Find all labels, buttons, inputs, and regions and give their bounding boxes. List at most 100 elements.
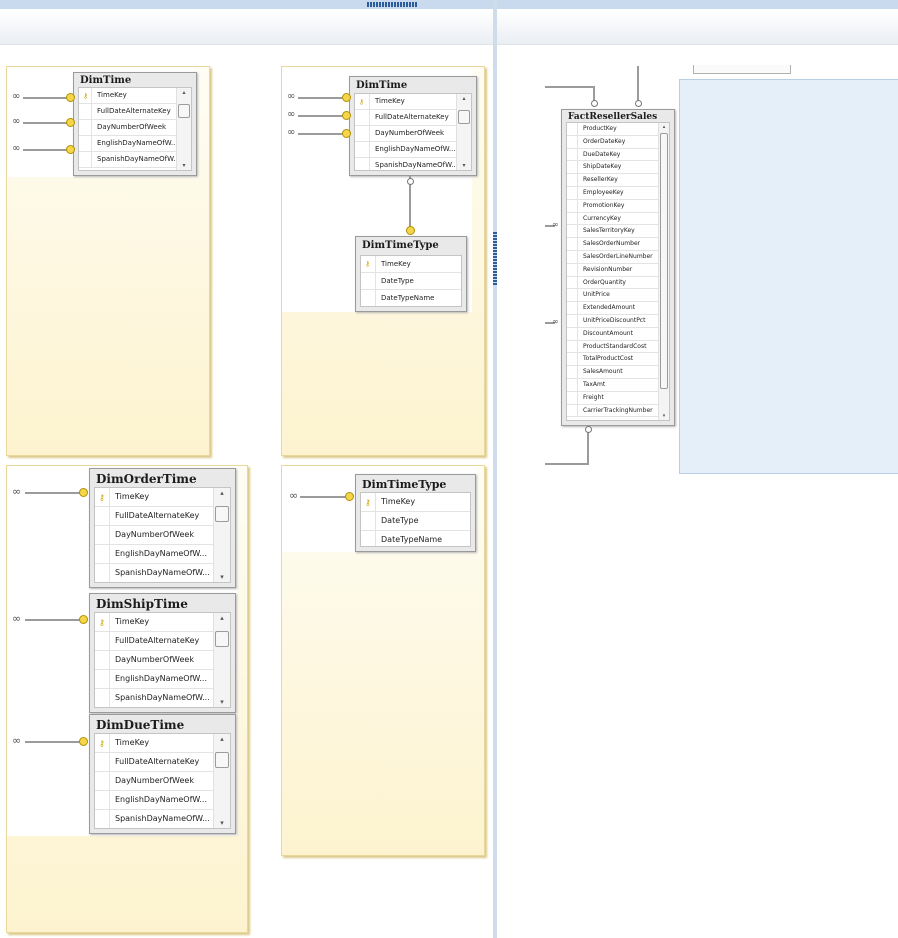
column-row[interactable]: EnglishDayNameOfW... [355, 142, 457, 158]
column-row[interactable]: SpanishDayNameOfW... [355, 158, 457, 170]
column-row[interactable]: UnitPriceDiscountPct [567, 314, 659, 328]
column-row[interactable]: ⚷ TimeKey [95, 734, 214, 753]
column-list[interactable]: ⚷ TimeKey FullDateAlternateKey DayNumberOfW… [78, 87, 192, 171]
column-row[interactable]: EnglishDayNameOfW... [95, 670, 214, 689]
table-dimordertime[interactable]: DimOrderTime ⚷ TimeKey FullDateAlternateKey… [89, 468, 236, 588]
column-row[interactable]: ProductStandardCost [567, 340, 659, 354]
column-row[interactable]: SpanishDayNameOfW... [95, 810, 214, 828]
table-dimtimetype[interactable]: DimTimeType ⚷ TimeKey DateType DateTypeName [355, 474, 476, 552]
column-list[interactable]: ⚷ TimeKey FullDateAlternateKey DayNumberOfW… [94, 733, 231, 829]
column-row[interactable]: ResellerKey [567, 174, 659, 187]
column-row[interactable]: FullDateAlternateKey [355, 110, 457, 126]
column-row[interactable]: TaxAmt [567, 378, 659, 392]
column-list[interactable]: ⚷ TimeKey DateType DateTypeName [360, 255, 462, 307]
table-dimtime[interactable]: DimTime ⚷ TimeKey FullDateAlternateKey DayNu… [349, 76, 477, 176]
column-row[interactable]: ⚷ TimeKey [355, 94, 457, 110]
column-row[interactable]: FullDateAlternateKey [79, 104, 177, 120]
column-row[interactable]: SpanishDayNameOfW... [79, 152, 177, 168]
scrollbar-thumb[interactable] [660, 133, 668, 389]
column-row[interactable]: DiscountAmount [567, 327, 659, 341]
column-row[interactable]: ExtendedAmount [567, 302, 659, 315]
column-row[interactable]: DateType [361, 273, 461, 290]
column-row[interactable]: ShipDateKey [567, 161, 659, 175]
scrollbar[interactable]: ▴ ▾ [658, 123, 669, 420]
chevron-down-icon[interactable]: ▾ [457, 162, 471, 169]
chevron-down-icon[interactable]: ▾ [214, 573, 230, 581]
chevron-up-icon[interactable]: ▴ [214, 735, 230, 743]
column-row[interactable]: CarrierTrackingNumber [567, 404, 659, 418]
column-list[interactable]: ⚷ TimeKey FullDateAlternateKey DayNumberOfW… [94, 487, 231, 583]
table-dimtimetype[interactable]: DimTimeType ⚷ TimeKey DateType DateTypeName [355, 236, 467, 312]
chevron-up-icon[interactable]: ▴ [214, 489, 230, 497]
scrollbar-thumb[interactable] [215, 631, 229, 647]
column-row[interactable]: DayNumberOfWeek [95, 651, 214, 670]
column-list[interactable]: ⚷ TimeKey FullDateAlternateKey DayNumberOfW… [354, 93, 472, 171]
column-row[interactable]: TotalProductCost [567, 353, 659, 367]
scrollbar-thumb[interactable] [215, 506, 229, 522]
scrollbar[interactable]: ▴ ▾ [176, 88, 191, 170]
column-row[interactable]: ProductKey [567, 123, 659, 136]
column-row[interactable]: EnglishDayNameOfW... [95, 791, 214, 810]
column-row[interactable]: FullDateAlternateKey [95, 507, 214, 526]
column-row[interactable]: DateType [361, 512, 470, 531]
column-name: TimeKey [381, 497, 416, 506]
column-row[interactable]: PromotionKey [567, 199, 659, 213]
table-dimduetime[interactable]: DimDueTime ⚷ TimeKey FullDateAlternateKey Da… [89, 714, 236, 834]
column-row[interactable]: OrderDateKey [567, 135, 659, 149]
column-row[interactable]: EnglishDayNameOfW... [95, 545, 214, 564]
column-row[interactable]: ⚷ TimeKey [79, 88, 177, 104]
column-row[interactable]: OrderQuantity [567, 276, 659, 290]
column-row[interactable]: FullDateAlternateKey [95, 753, 214, 772]
chevron-up-icon[interactable]: ▴ [214, 614, 230, 622]
scrollbar[interactable]: ▴ ▾ [213, 734, 230, 828]
horizontal-splitter-grip[interactable] [367, 2, 417, 7]
column-row[interactable]: DateTypeName [361, 531, 470, 546]
column-row[interactable]: Freight [567, 391, 659, 405]
table-dimshiptime[interactable]: DimShipTime ⚷ TimeKey FullDateAlternateKey D… [89, 593, 236, 713]
column-list[interactable]: ProductKey OrderDateKey DueDateKey ShipDate… [566, 122, 670, 421]
column-row[interactable]: SpanishDayNameOfW... [95, 564, 214, 582]
column-row[interactable]: SalesOrderNumber [567, 238, 659, 251]
chevron-down-icon[interactable]: ▾ [659, 413, 669, 419]
column-list[interactable]: ⚷ TimeKey DateType DateTypeName [360, 492, 471, 547]
scrollbar-thumb[interactable] [215, 752, 229, 768]
scrollbar[interactable]: ▴ ▾ [213, 613, 230, 707]
chevron-down-icon[interactable]: ▾ [214, 698, 230, 706]
column-row[interactable]: DayNumberOfWeek [95, 772, 214, 791]
column-row[interactable]: ⚷ TimeKey [95, 488, 214, 507]
column-row[interactable]: ⚷ TimeKey [361, 493, 470, 512]
column-list[interactable]: ⚷ TimeKey FullDateAlternateKey DayNumberOfW… [94, 612, 231, 708]
scrollbar[interactable]: ▴ ▾ [456, 94, 471, 170]
chevron-down-icon[interactable]: ▾ [214, 819, 230, 827]
column-row[interactable]: DayNumberOfWeek [355, 126, 457, 142]
column-row[interactable]: ⚷ TimeKey [95, 613, 214, 632]
column-row[interactable]: SpanishDayNameOfW... [95, 689, 214, 707]
vertical-splitter-grip[interactable] [493, 232, 497, 286]
scrollbar-thumb[interactable] [458, 110, 470, 124]
column-row[interactable]: DueDateKey [567, 148, 659, 162]
column-name: SpanishDayNameOfW... [115, 814, 210, 823]
chevron-up-icon[interactable]: ▴ [457, 95, 471, 102]
table-dimtime[interactable]: DimTime ⚷ TimeKey FullDateAlternateKey DayNu… [73, 72, 197, 176]
column-row[interactable]: DayNumberOfWeek [79, 120, 177, 136]
column-row[interactable]: FullDateAlternateKey [95, 632, 214, 651]
chevron-down-icon[interactable]: ▾ [177, 162, 191, 169]
column-row[interactable]: DateTypeName [361, 290, 461, 306]
scrollbar-thumb[interactable] [178, 104, 190, 118]
chevron-up-icon[interactable]: ▴ [659, 124, 669, 130]
column-row[interactable]: EnglishDayNameOfW... [79, 136, 177, 152]
column-row[interactable]: SalesTerritoryKey [567, 225, 659, 239]
scrollbar[interactable]: ▴ ▾ [213, 488, 230, 582]
column-row[interactable]: DayNumberOfWeek [95, 526, 214, 545]
column-row[interactable]: RevisionNumber [567, 263, 659, 277]
table-factresellersales[interactable]: FactResellerSales ProductKey OrderDateKey D… [561, 109, 675, 426]
column-row[interactable]: ⚷ TimeKey [361, 256, 461, 273]
column-row[interactable]: SalesAmount [567, 366, 659, 379]
selection-area[interactable] [679, 79, 898, 474]
column-row[interactable]: UnitPrice [567, 289, 659, 303]
column-row[interactable]: SalesOrderLineNumber [567, 250, 659, 264]
column-row[interactable]: CurrencyKey [567, 212, 659, 226]
column-row[interactable]: EmployeeKey [567, 186, 659, 200]
chevron-up-icon[interactable]: ▴ [177, 89, 191, 96]
vertical-splitter[interactable] [493, 0, 497, 938]
